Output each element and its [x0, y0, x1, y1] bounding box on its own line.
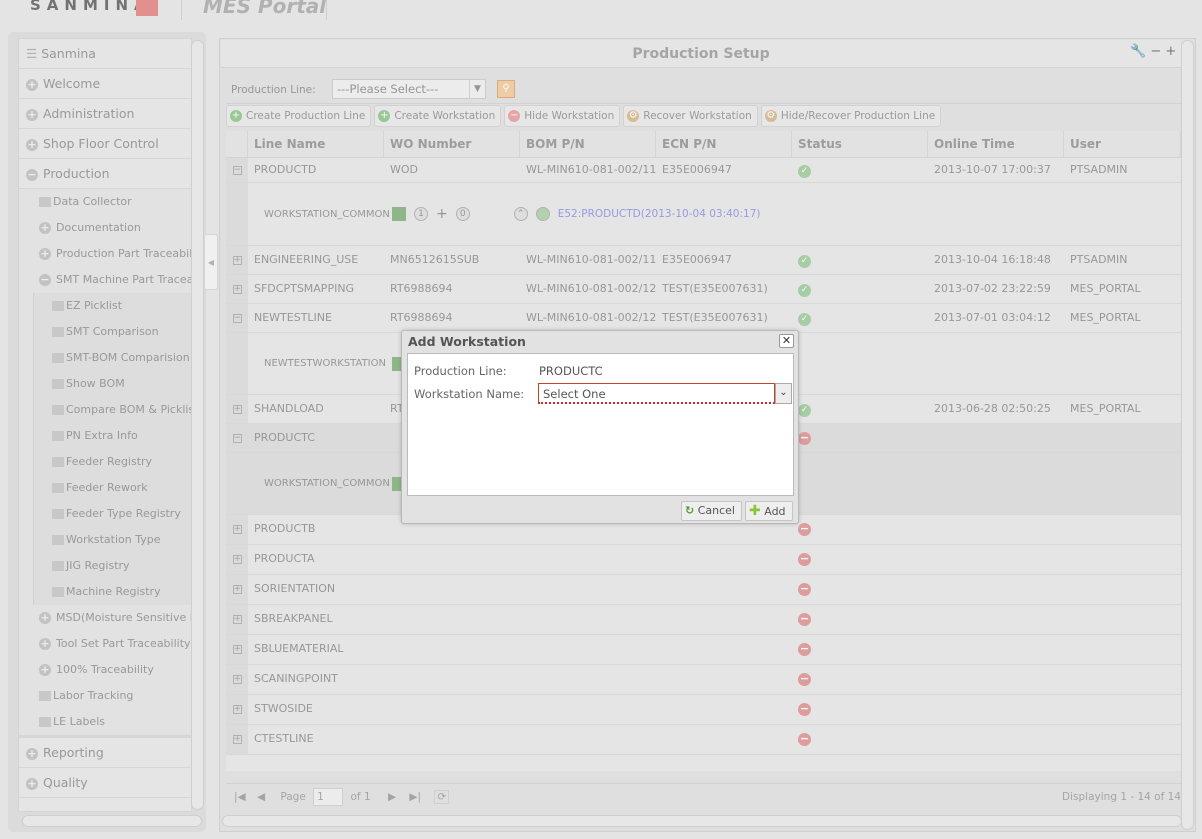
dialog-body: Production Line: PRODUCTC Workstation Na… — [407, 353, 794, 496]
add-icon: ✚ — [749, 503, 761, 519]
close-icon: ✕ — [781, 334, 792, 347]
add-button[interactable]: ✚ Add — [745, 501, 793, 521]
production-line-value: PRODUCTC — [539, 364, 603, 378]
undo-icon: ↻ — [685, 504, 695, 517]
add-workstation-dialog: Add Workstation ✕ Production Line: PRODU… — [401, 330, 799, 524]
dialog-title: Add Workstation — [408, 334, 526, 349]
production-line-label: Production Line: — [414, 364, 507, 378]
chevron-down-icon[interactable]: ⌄ — [775, 383, 792, 404]
cancel-button[interactable]: ↻ Cancel — [681, 501, 742, 521]
close-button[interactable]: ✕ — [779, 334, 794, 348]
workstation-name-label: Workstation Name: — [414, 387, 525, 401]
workstation-name-select[interactable]: Select One — [538, 383, 775, 404]
